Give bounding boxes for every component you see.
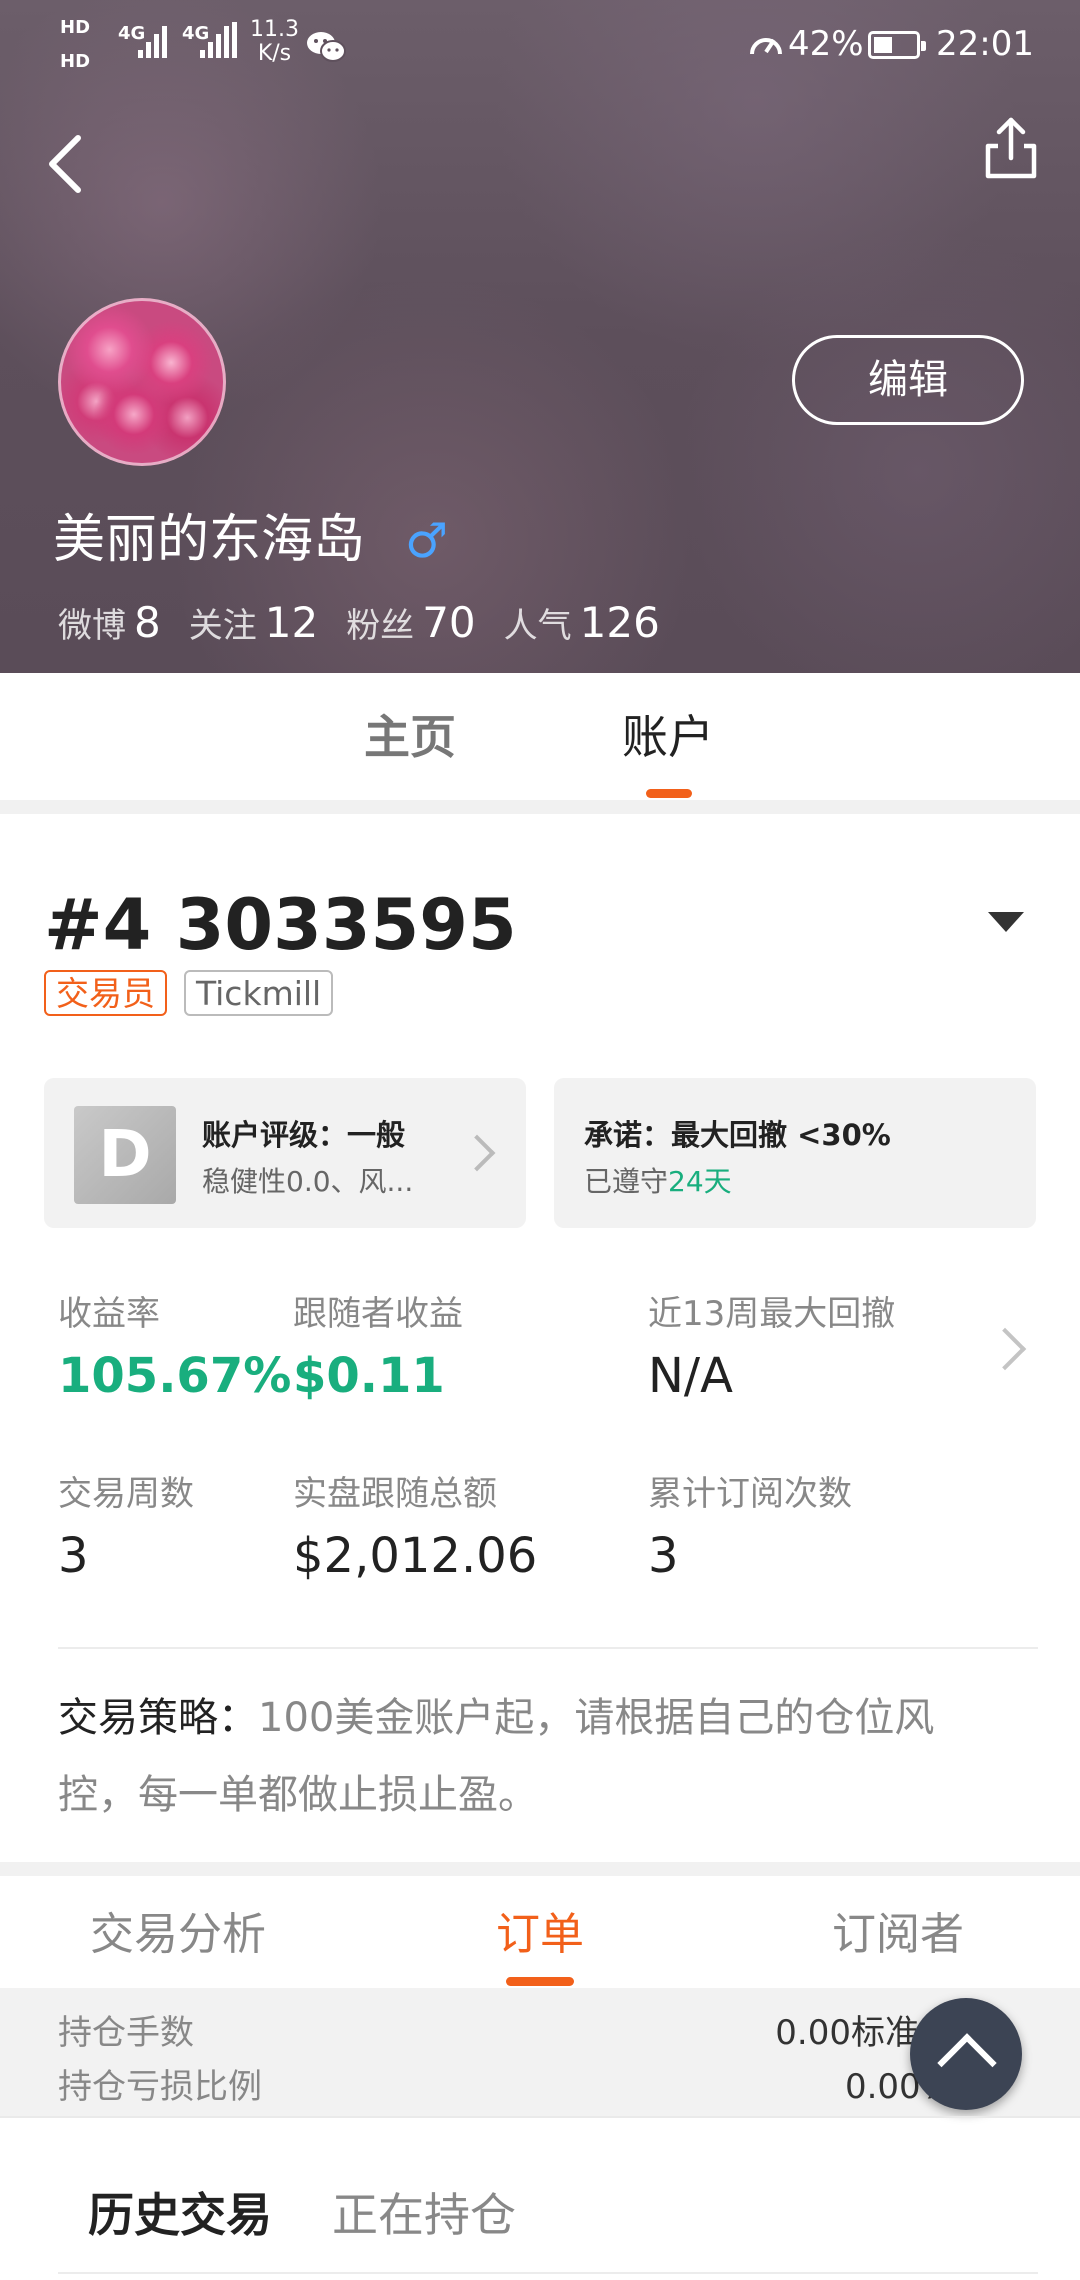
- stat-value-following[interactable]: 12: [265, 598, 318, 647]
- badge-trader: 交易员: [44, 970, 167, 1016]
- promise-status: 已遵守24天: [584, 1160, 732, 1200]
- net-speed-unit: K/s: [257, 41, 292, 66]
- chevron-up-icon: [937, 2033, 997, 2093]
- promise-card: 承诺：最大回撤 <30% 已遵守24天: [554, 1078, 1036, 1228]
- strategy-line-1: 交易策略：100美金账户起，请根据自己的仓位风: [58, 1680, 998, 1757]
- rating-subtitle: 稳健性0.0、风...: [202, 1165, 414, 1198]
- stat-label-following[interactable]: 关注: [189, 598, 257, 647]
- profile-header: HD HD 4G 4G 11.3 K/s 42% 22:01 编辑 美丽的东海岛…: [0, 0, 1080, 673]
- stat-label-fans[interactable]: 粉丝: [346, 598, 414, 647]
- avatar[interactable]: [58, 298, 226, 466]
- trading-strategy: 交易策略：100美金账户起，请根据自己的仓位风 控，每一单都做止损止盈。: [58, 1680, 998, 1834]
- stat-value-fans[interactable]: 70: [422, 598, 475, 647]
- wechat-icon: [307, 32, 346, 62]
- strategy-text-1: 100美金账户起，请根据自己的仓位风: [258, 1695, 935, 1741]
- rating-title: 账户评级：一般: [202, 1118, 406, 1152]
- metric-label-follow-total: 实盘跟随总额: [293, 1474, 497, 1514]
- male-gender-icon: ♂: [405, 513, 449, 569]
- metric-label-max-drawdown: 近13周最大回撤: [648, 1294, 896, 1334]
- battery-percent: 42%: [788, 24, 864, 64]
- back-icon[interactable]: [40, 132, 90, 196]
- metric-value-follow-total: $2,012.06: [293, 1528, 538, 1584]
- history-tabs-divider: [58, 2272, 1038, 2274]
- position-lots-label: 持仓手数: [58, 2013, 194, 2053]
- hd-indicator-2: HD: [60, 51, 91, 72]
- tab-account[interactable]: 账户: [622, 700, 714, 774]
- share-icon[interactable]: [982, 114, 1040, 182]
- metric-value-subscriptions: 3: [648, 1528, 679, 1584]
- strategy-text-2: 控，每一单都做止损止盈。: [58, 1772, 538, 1818]
- tab-open-positions[interactable]: 正在持仓: [332, 2183, 516, 2247]
- battery-icon: [868, 31, 926, 59]
- badge-broker: Tickmill: [184, 970, 334, 1016]
- tab-trade-history[interactable]: 历史交易: [88, 2183, 272, 2247]
- tab-account-indicator: [646, 789, 692, 798]
- section-divider: [0, 800, 1080, 814]
- strategy-label: 交易策略：: [58, 1695, 258, 1741]
- dropdown-caret-icon[interactable]: [988, 912, 1024, 932]
- signal-icon-2: [200, 22, 237, 58]
- metric-label-return-rate: 收益率: [58, 1294, 160, 1334]
- stat-label-weibo[interactable]: 微博: [58, 598, 126, 647]
- scroll-to-top-button[interactable]: [910, 1998, 1022, 2110]
- stat-label-popularity: 人气: [503, 606, 572, 646]
- clock: 22:01: [936, 24, 1034, 64]
- metric-label-follower-profit: 跟随者收益: [293, 1294, 463, 1334]
- promise-days: 24天: [668, 1165, 732, 1198]
- metric-label-subscriptions: 累计订阅次数: [648, 1474, 852, 1514]
- net-speed-value: 11.3: [250, 17, 299, 42]
- promise-title: 承诺：最大回撤 <30%: [584, 1118, 891, 1152]
- stat-value-popularity: 126: [579, 598, 660, 647]
- metric-value-return-rate: 105.67%: [58, 1348, 292, 1404]
- grade-badge: D: [74, 1106, 176, 1204]
- metric-value-trading-weeks: 3: [58, 1528, 89, 1584]
- section-divider: [0, 2116, 1080, 2118]
- metrics-divider: [58, 1647, 1038, 1649]
- account-rating-card[interactable]: D 账户评级：一般 稳健性0.0、风...: [44, 1078, 526, 1228]
- position-loss-ratio-label: 持仓亏损比例: [58, 2067, 262, 2107]
- tab-orders-indicator: [506, 1977, 574, 1986]
- tab-orders[interactable]: 订单: [496, 1900, 584, 1970]
- section-divider: [0, 1862, 1080, 1876]
- metric-value-follower-profit: $0.11: [293, 1348, 445, 1404]
- signal-icon-1: [138, 26, 167, 58]
- account-number: #4 3033595: [44, 884, 517, 966]
- promise-prefix: 已遵守: [584, 1165, 669, 1198]
- metric-label-trading-weeks: 交易周数: [58, 1474, 194, 1514]
- tab-home[interactable]: 主页: [364, 700, 456, 774]
- chevron-right-icon: [458, 1134, 496, 1172]
- hd-indicator-1: HD: [60, 17, 91, 38]
- tab-trade-analysis[interactable]: 交易分析: [90, 1900, 266, 1970]
- edit-button[interactable]: 编辑: [792, 335, 1024, 425]
- stat-value-weibo[interactable]: 8: [134, 598, 161, 647]
- net-speed: 11.3 K/s: [250, 18, 299, 66]
- tab-subscribers[interactable]: 订阅者: [832, 1900, 964, 1970]
- user-stats: 微博 8 关注 12 粉丝 70 人气 126: [58, 598, 688, 654]
- chevron-right-icon[interactable]: [983, 1327, 1027, 1371]
- user-name: 美丽的东海岛: [53, 510, 366, 570]
- speed-gauge-icon: [750, 38, 782, 55]
- metric-value-max-drawdown: N/A: [648, 1348, 733, 1404]
